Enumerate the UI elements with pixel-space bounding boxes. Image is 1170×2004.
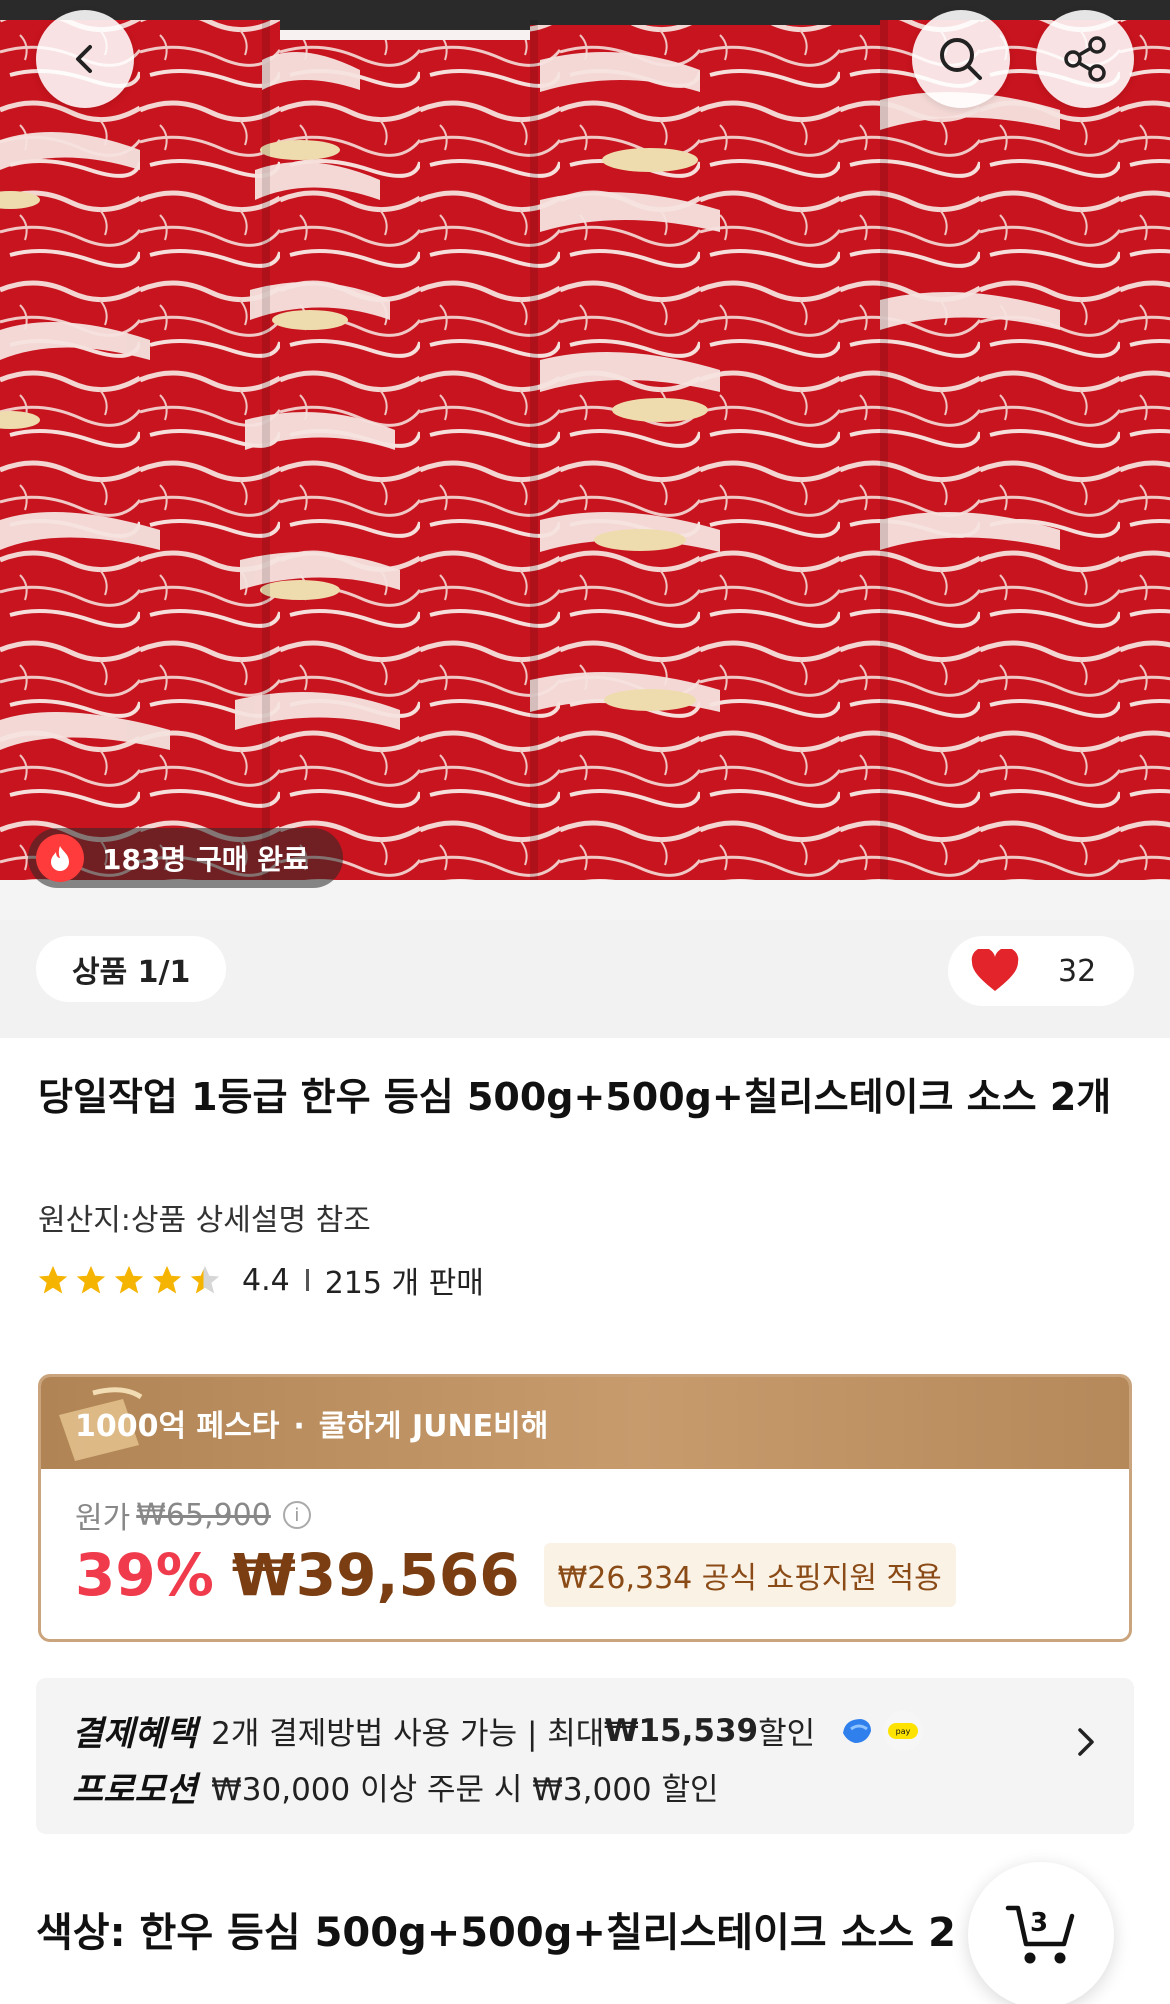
back-icon	[76, 45, 92, 73]
promotion-text: ₩30,000 이상 주문 시 ₩3,000 할인	[211, 1772, 719, 1808]
original-price-row: 원가 ₩65,900 i	[75, 1493, 311, 1537]
star-rating	[36, 1263, 222, 1297]
sale-price: ₩39,566	[231, 1541, 520, 1609]
product-image[interactable]: 183명 구매 완료	[0, 0, 1170, 920]
discount-percent: 39%	[75, 1541, 214, 1609]
back-button[interactable]	[36, 10, 134, 108]
cart-button[interactable]: 3	[968, 1862, 1114, 2004]
share-button[interactable]	[1036, 10, 1134, 108]
promotion-row: 프로모션 ₩30,000 이상 주문 시 ₩3,000 할인	[72, 1762, 719, 1811]
beef-photo	[0, 0, 1170, 920]
image-pager: 상품 1/1	[36, 936, 227, 1002]
promo-banner[interactable]: 1000억 페스타 · 쿨하게 JUNE비해	[41, 1377, 1129, 1469]
svg-text:pay: pay	[896, 1727, 911, 1736]
product-title: 당일작업 1등급 한우 등심 500g+500g+칠리스테이크 소스 2개	[38, 1075, 1112, 1119]
price-card: 1000억 페스타 · 쿨하게 JUNE비해 원가 ₩65,900 i 39% ₩3…	[38, 1374, 1132, 1642]
toss-pay-icon	[843, 1718, 872, 1743]
banner-dot: ·	[293, 1409, 305, 1444]
star-icon	[38, 1265, 68, 1294]
info-icon[interactable]: i	[282, 1501, 311, 1529]
banner-event: 1000억 페스타	[75, 1409, 280, 1444]
banner-slogan: 쿨하게 JUNE비해	[318, 1409, 549, 1444]
like-button[interactable]: 32	[948, 936, 1134, 1006]
fire-icon	[36, 834, 84, 882]
payment-benefit-row: 결제혜택 2개 결제방법 사용 가능 | 최대 ₩15,539 할인 pay	[72, 1706, 924, 1755]
selected-option[interactable]: 색상: 한우 등심 500g+500g+칠리스테이크 소스 2	[36, 1900, 1036, 1958]
benefits-panel[interactable]: 결제혜택 2개 결제방법 사용 가능 | 최대 ₩15,539 할인 pay 프…	[36, 1678, 1134, 1834]
payment-benefit-label: 결제혜택	[72, 1714, 198, 1754]
half-star-icon	[190, 1265, 220, 1294]
sale-price-row: 39% ₩39,566 ₩26,334 공식 쇼핑지원 적용	[75, 1541, 956, 1609]
star-icon	[114, 1265, 144, 1294]
rating-row[interactable]: 4.4 215 개 판매	[36, 1258, 484, 1302]
purchase-count-badge: 183명 구매 완료	[28, 828, 343, 888]
search-icon	[940, 38, 982, 80]
search-button[interactable]	[912, 10, 1010, 108]
sold-count: 215 개 판매	[324, 1266, 484, 1301]
original-label: 원가	[75, 1501, 131, 1536]
cart-count: 3	[1030, 1908, 1049, 1938]
banner-text: 1000억 페스타 · 쿨하게 JUNE비해	[75, 1401, 548, 1445]
heart-icon	[971, 949, 1019, 991]
like-count: 32	[1058, 953, 1097, 989]
purchase-count-text: 183명 구매 완료	[102, 843, 309, 876]
share-icon	[1064, 36, 1106, 82]
star-icon	[152, 1265, 182, 1294]
payment-benefit-text: 2개 결제방법 사용 가능 | 최대	[211, 1716, 605, 1752]
original-price: ₩65,900	[136, 1497, 271, 1533]
promotion-label: 프로모션	[72, 1770, 198, 1810]
kakao-pay-icon: pay	[883, 1710, 924, 1751]
pager-text: 상품 1/1	[72, 955, 191, 990]
star-icon	[76, 1265, 106, 1294]
payment-benefit-suffix: 할인	[758, 1716, 816, 1752]
shopping-support-badge: ₩26,334 공식 쇼핑지원 적용	[543, 1543, 956, 1607]
chevron-right-icon[interactable]	[1072, 1722, 1100, 1762]
payment-method-icons: pay	[837, 1710, 924, 1751]
rating-value: 4.4	[242, 1262, 290, 1298]
divider	[305, 1269, 309, 1291]
product-origin: 원산지:상품 상세설명 참조	[38, 1203, 371, 1238]
payment-benefit-amount: ₩15,539	[604, 1712, 759, 1749]
